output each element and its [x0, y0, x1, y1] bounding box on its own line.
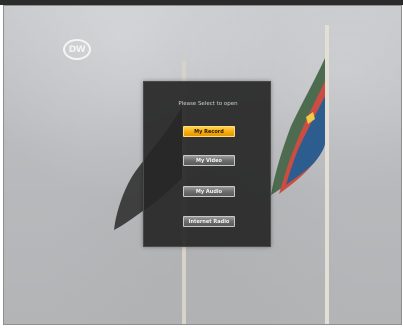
right-flag	[271, 58, 325, 195]
right-flag-pole	[325, 25, 329, 324]
my-video-button[interactable]: My Video	[183, 155, 235, 166]
my-audio-button[interactable]: My Audio	[183, 186, 235, 197]
my-record-button[interactable]: My Record	[183, 126, 235, 137]
select-menu-panel: Please Select to open My Record My Video…	[143, 81, 271, 247]
dw-logo: DW	[63, 39, 91, 60]
internet-radio-button[interactable]: Internet Radio	[183, 216, 235, 227]
my-audio-button-label: My Audio	[195, 188, 223, 195]
my-video-button-label: My Video	[196, 157, 222, 164]
menu-title: Please Select to open	[178, 101, 238, 107]
dw-logo-text: DW	[68, 44, 86, 55]
internet-radio-button-label: Internet Radio	[188, 218, 230, 225]
my-record-button-label: My Record	[194, 128, 224, 135]
tv-screen: DW Please Select to open My Record My Vi…	[3, 5, 402, 325]
